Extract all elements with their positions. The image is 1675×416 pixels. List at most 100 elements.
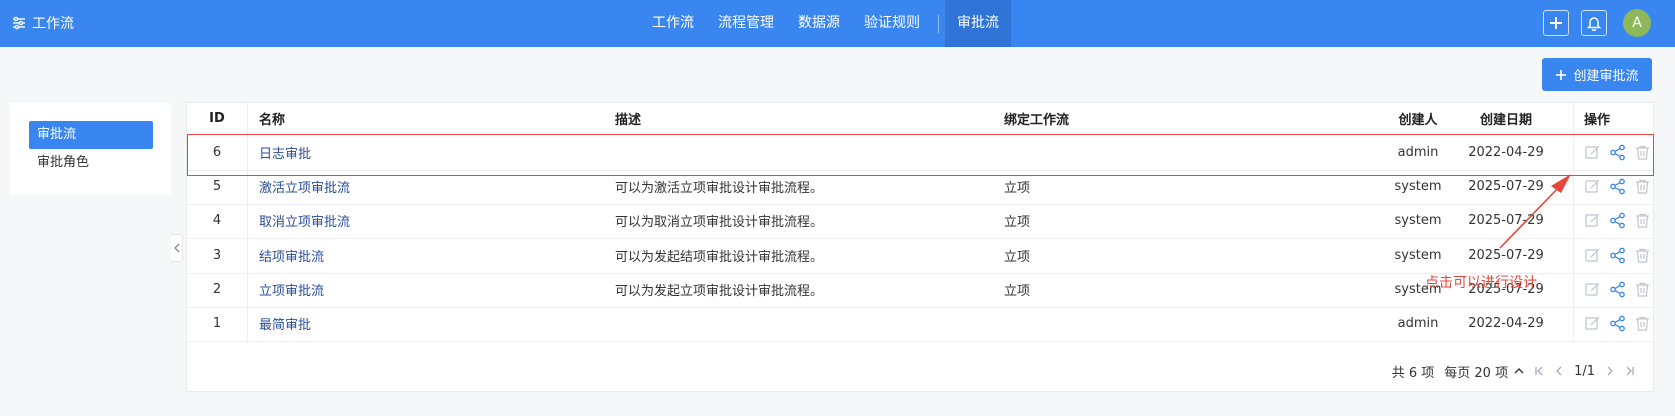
cell-ops (1573, 306, 1655, 341)
col-header-creator[interactable]: 创建人 (1373, 103, 1463, 134)
nav-divider (938, 14, 939, 33)
sidebar-item-approval-flow[interactable]: 审批流 (29, 121, 153, 149)
brand-title: 工作流 (32, 16, 74, 32)
cell-name: 激活立项审批流 (259, 169, 350, 204)
user-avatar[interactable]: A (1623, 9, 1651, 37)
edit-icon[interactable] (1584, 247, 1601, 264)
col-header-desc[interactable]: 描述 (615, 103, 641, 134)
table-row[interactable]: 4 取消立项审批流 可以为取消立项审批设计审批流程。 立项 system 2025-07-… (187, 203, 1653, 240)
cell-id: 4 (187, 203, 248, 239)
col-header-name[interactable]: 名称 (259, 103, 285, 134)
pagination: 共 6 项 每页 20 项 1/1 (1392, 361, 1635, 381)
cell-id: 6 (187, 135, 248, 170)
nav-item-workflow[interactable]: 工作流 (640, 0, 706, 47)
cell-ops (1573, 169, 1655, 205)
cell-desc: 可以为发起立项审批设计审批流程。 (615, 283, 824, 299)
pager-total: 共 6 项 (1391, 365, 1435, 381)
cell-workflow: 立项 (1004, 283, 1031, 299)
sidebar-item-approval-roles[interactable]: 审批角色 (29, 149, 153, 177)
cell-name: 立项审批流 (259, 272, 324, 307)
sidebar-collapse-toggle[interactable] (171, 234, 183, 262)
cell-id: 2 (187, 271, 248, 307)
cell-date: 2025-07-29 (1468, 213, 1544, 229)
edit-icon[interactable] (1584, 144, 1601, 161)
cell-creator: system (1394, 247, 1442, 263)
edit-icon[interactable] (1584, 178, 1601, 195)
create-approval-flow-button[interactable]: 创建审批流 (1542, 58, 1652, 91)
cell-desc: 可以为取消立项审批设计审批流程。 (615, 215, 824, 231)
approval-flow-name-link[interactable]: 立项审批流 (259, 280, 324, 299)
cell-date: 2022-04-29 (1468, 316, 1544, 331)
last-page-icon (1626, 366, 1634, 376)
col-header-id[interactable]: ID (187, 103, 248, 134)
design-icon[interactable] (1609, 281, 1626, 298)
per-page-label: 每页 20 项 (1444, 365, 1509, 381)
cell-name: 结项审批流 (259, 238, 324, 273)
last-page-button[interactable] (1625, 366, 1635, 376)
chevron-up-icon (1514, 368, 1524, 374)
col-header-workflow[interactable]: 绑定工作流 (1004, 103, 1069, 134)
design-icon[interactable] (1609, 144, 1626, 161)
cell-ops (1573, 237, 1655, 273)
nav-item-datasource[interactable]: 数据源 (786, 0, 852, 47)
first-page-button[interactable] (1534, 366, 1544, 376)
chevron-left-icon (173, 243, 179, 253)
design-icon[interactable] (1609, 212, 1626, 229)
notifications-button[interactable] (1581, 10, 1607, 36)
approval-flow-name-link[interactable]: 激活立项审批流 (259, 177, 350, 196)
first-page-icon (1535, 366, 1543, 376)
plus-icon (1556, 69, 1567, 80)
cell-ops (1573, 135, 1655, 170)
nav-item-validation-rules[interactable]: 验证规则 (852, 0, 932, 47)
approval-flow-name-link[interactable]: 结项审批流 (259, 246, 324, 265)
table-row[interactable]: 6 日志审批 admin 2022-04-29 (187, 135, 1653, 171)
chevron-right-icon (1607, 366, 1613, 376)
design-icon[interactable] (1609, 178, 1626, 195)
cell-desc: 可以为激活立项审批设计审批流程。 (615, 181, 824, 197)
table-row[interactable]: 1 最简审批 admin 2022-04-29 (187, 306, 1653, 342)
per-page-select[interactable]: 每页 20 项 (1444, 362, 1524, 381)
cell-workflow: 立项 (1004, 181, 1031, 197)
approval-flow-name-link[interactable]: 日志审批 (259, 143, 311, 162)
top-navbar: 工作流 工作流 流程管理 数据源 验证规则 审批流 A (0, 0, 1675, 47)
table-row[interactable]: 3 结项审批流 可以为发起结项审批设计审批流程。 立项 system 2025-07-29 (187, 237, 1655, 274)
delete-icon[interactable] (1634, 144, 1651, 161)
cell-id: 3 (187, 237, 248, 273)
col-header-date[interactable]: 创建日期 (1463, 103, 1549, 134)
table-row[interactable]: 5 激活立项审批流 可以为激活立项审批设计审批流程。 立项 system 2025-07-… (187, 169, 1655, 206)
nav-item-process-management[interactable]: 流程管理 (706, 0, 786, 47)
col-header-ops: 操作 (1573, 103, 1655, 134)
table-header: ID 名称 描述 绑定工作流 创建人 创建日期 操作 (187, 103, 1653, 135)
delete-icon[interactable] (1634, 247, 1651, 264)
delete-icon[interactable] (1634, 212, 1651, 229)
delete-icon[interactable] (1634, 178, 1651, 195)
design-icon[interactable] (1609, 247, 1626, 264)
approval-flow-name-link[interactable]: 取消立项审批流 (259, 211, 350, 230)
brand[interactable]: 工作流 (12, 13, 74, 33)
cell-creator: system (1394, 213, 1442, 229)
topbar-actions: A (1543, 9, 1651, 37)
cell-workflow: 立项 (1004, 215, 1031, 231)
cell-workflow: 立项 (1004, 249, 1031, 265)
create-button-label: 创建审批流 (1573, 69, 1639, 84)
design-icon[interactable] (1609, 315, 1626, 332)
cell-desc: 可以为发起结项审批设计审批流程。 (615, 249, 824, 265)
edit-icon[interactable] (1584, 315, 1601, 332)
cell-date: 2022-04-29 (1468, 145, 1544, 160)
cell-creator: admin (1397, 316, 1439, 331)
cell-creator: system (1394, 179, 1442, 195)
edit-icon[interactable] (1584, 212, 1601, 229)
cell-ops (1573, 271, 1655, 307)
delete-icon[interactable] (1634, 281, 1651, 298)
approval-flow-table: ID 名称 描述 绑定工作流 创建人 创建日期 操作 6 日志审批 admin 202… (186, 102, 1654, 392)
delete-icon[interactable] (1634, 315, 1651, 332)
page-indicator: 1/1 (1574, 363, 1595, 379)
edit-icon[interactable] (1584, 281, 1601, 298)
nav-item-approval-flow[interactable]: 审批流 (945, 0, 1011, 47)
create-menu-button[interactable] (1543, 10, 1569, 36)
main-nav: 工作流 流程管理 数据源 验证规则 审批流 (640, 0, 1011, 47)
plus-icon (1550, 17, 1562, 29)
approval-flow-name-link[interactable]: 最简审批 (259, 314, 311, 333)
next-page-button[interactable] (1605, 366, 1615, 376)
prev-page-button[interactable] (1554, 366, 1564, 376)
